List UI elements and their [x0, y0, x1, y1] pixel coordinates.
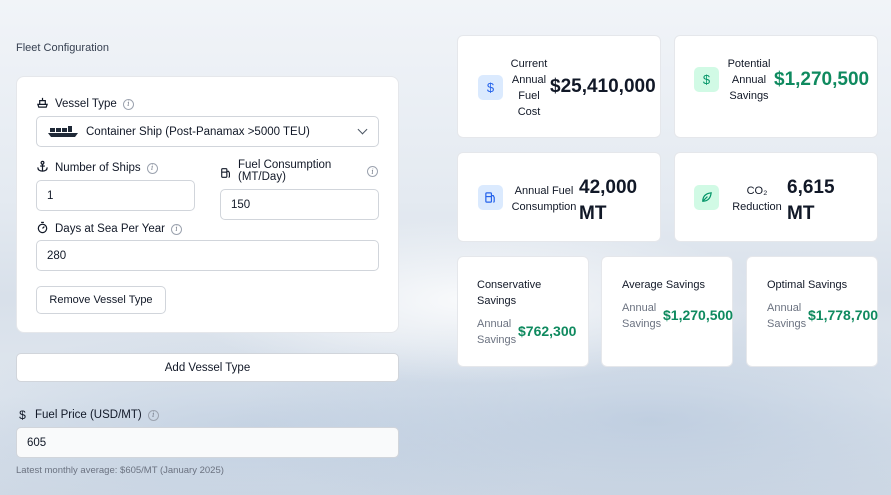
current-cost-label: Current Annual Fuel Cost: [510, 58, 548, 118]
optimal-savings-card: Optimal Savings Annual Savings $1,778,70…: [746, 256, 878, 367]
dollar-icon: $: [694, 67, 719, 92]
average-annual-savings-label: Annual Savings: [622, 302, 662, 330]
average-savings-title: Average Savings: [622, 279, 705, 291]
anchor-icon: [36, 160, 49, 176]
current-cost-value: $25,410,000: [550, 76, 656, 97]
annual-consumption-value: 42,000 MT: [579, 177, 638, 224]
potential-savings-card: $ Potential Annual Savings $1,270,500: [674, 35, 878, 138]
fuel-price-label-row: $ Fuel Price (USD/MT) i: [16, 408, 159, 422]
fuel-pump-icon: [220, 166, 232, 184]
fuel-price-label: Fuel Price (USD/MT): [35, 409, 142, 421]
info-icon[interactable]: i: [367, 166, 378, 177]
info-icon[interactable]: i: [146, 162, 158, 174]
annual-consumption-card: Annual Fuel Consumption 42,000 MT: [457, 152, 661, 242]
optimal-annual-savings-label: Annual Savings: [767, 302, 807, 330]
fuel-price-value: 605: [27, 436, 47, 449]
potential-savings-value: $1,270,500: [774, 69, 870, 90]
fuel-consumption-value: 150: [231, 198, 251, 211]
fuel-price-input[interactable]: 605: [16, 427, 399, 458]
conservative-savings-card: Conservative Savings Annual Savings $762…: [457, 256, 589, 367]
timer-icon: [36, 221, 49, 237]
potential-savings-label: Potential Annual Savings: [727, 58, 771, 102]
annual-consumption-label: Annual Fuel Consumption: [511, 185, 577, 213]
average-savings-value: $1,270,500: [663, 307, 734, 323]
fuel-consumption-input[interactable]: 150: [220, 189, 379, 220]
current-cost-card: $ Current Annual Fuel Cost $25,410,000: [457, 35, 661, 138]
num-ships-label-row: Number of Ships i: [36, 160, 158, 176]
info-icon[interactable]: i: [147, 409, 159, 421]
fuel-consumption-label-line1: Fuel Consumption: [238, 159, 332, 171]
co2-reduction-value: 6,615 MT: [787, 177, 835, 224]
days-at-sea-label-row: Days at Sea Per Year i: [36, 221, 182, 237]
dollar-icon: $: [478, 75, 503, 100]
days-at-sea-value: 280: [47, 249, 67, 262]
conservative-savings-value: $762,300: [518, 323, 577, 339]
conservative-savings-title: Conservative Savings: [477, 279, 542, 307]
days-at-sea-label: Days at Sea Per Year: [55, 223, 165, 235]
fuel-consumption-label-row: Fuel Consumption (MT/Day): [220, 159, 331, 184]
info-icon[interactable]: i: [170, 223, 182, 235]
dollar-icon: $: [19, 408, 26, 422]
leaf-icon: [694, 185, 719, 210]
fuel-pump-icon: [478, 185, 503, 210]
co2-reduction-label: CO₂ Reduction: [732, 185, 782, 213]
num-ships-value: 1: [47, 189, 54, 202]
container-ship-icon: [47, 125, 79, 139]
optimal-savings-value: $1,778,700: [808, 307, 879, 323]
remove-vessel-type-button[interactable]: Remove Vessel Type: [36, 286, 166, 314]
fuel-price-note: Latest monthly average: $605/MT (January…: [16, 465, 224, 476]
conservative-annual-savings-label: Annual Savings: [477, 318, 517, 346]
num-ships-input[interactable]: 1: [36, 180, 195, 211]
add-vessel-type-button[interactable]: Add Vessel Type: [16, 353, 399, 382]
ship-icon: [36, 96, 49, 112]
optimal-savings-title: Optimal Savings: [767, 279, 848, 291]
days-at-sea-input[interactable]: 280: [36, 240, 379, 271]
average-savings-card: Average Savings Annual Savings $1,270,50…: [601, 256, 733, 367]
chevron-down-icon: [357, 124, 368, 135]
vessel-type-value: Container Ship (Post-Panamax >5000 TEU): [86, 125, 310, 138]
vessel-type-label: Vessel Type: [55, 98, 117, 110]
info-icon[interactable]: i: [122, 98, 134, 110]
co2-reduction-card: CO₂ Reduction 6,615 MT: [674, 152, 878, 242]
vessel-type-select[interactable]: Container Ship (Post-Panamax >5000 TEU): [36, 116, 379, 147]
vessel-type-label-row: Vessel Type i: [36, 96, 134, 112]
fleet-configuration-title: Fleet Configuration: [16, 42, 109, 54]
fuel-consumption-label-line2: (MT/Day): [238, 171, 286, 183]
num-ships-label: Number of Ships: [55, 162, 141, 174]
